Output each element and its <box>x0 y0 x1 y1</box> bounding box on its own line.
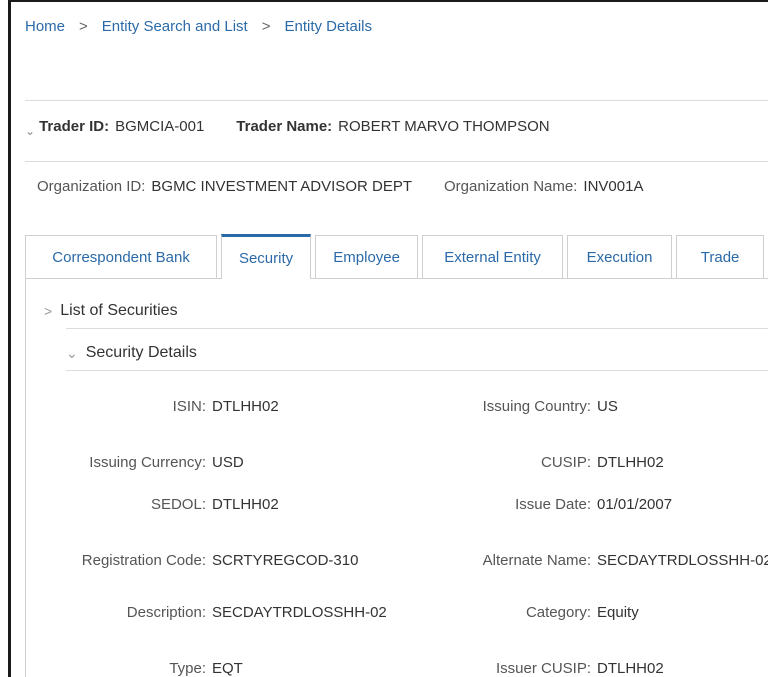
breadcrumb: Home > Entity Search and List > Entity D… <box>25 18 372 35</box>
divider <box>25 100 768 101</box>
registration-code-value: SCRTYREGCOD-310 <box>212 552 359 569</box>
field-description: Description: SECDAYTRDLOSSHH-02 <box>26 604 387 621</box>
description-label: Description: <box>126 604 206 621</box>
tab-security[interactable]: Security <box>221 234 311 279</box>
breadcrumb-home[interactable]: Home <box>25 18 65 35</box>
category-value: Equity <box>597 604 639 621</box>
field-cusip: CUSIP: DTLHH02 <box>416 454 664 471</box>
field-alternate-name: Alternate Name: SECDAYTRDLOSSHH-02 <box>416 552 768 569</box>
issuing-currency-label: Issuing Currency: <box>89 454 206 471</box>
description-value: SECDAYTRDLOSSHH-02 <box>212 604 387 621</box>
issue-date-label: Issue Date: <box>515 496 591 513</box>
field-type: Type: EQT <box>26 660 243 677</box>
breadcrumb-entity-search[interactable]: Entity Search and List <box>102 18 248 35</box>
alternate-name-value: SECDAYTRDLOSSHH-02 <box>597 552 768 569</box>
issuer-cusip-label: Issuer CUSIP: <box>495 660 591 677</box>
isin-value: DTLHH02 <box>212 398 279 415</box>
tab-correspondent-bank[interactable]: Correspondent Bank <box>25 235 218 278</box>
tab-external-entity[interactable]: External Entity <box>422 235 563 278</box>
trader-name-value: ROBERT MARVO THOMPSON <box>338 118 550 135</box>
app-window: Home > Entity Search and List > Entity D… <box>8 0 768 677</box>
tab-employee[interactable]: Employee <box>314 235 419 278</box>
trader-id-label: Trader ID: <box>39 118 110 135</box>
type-label: Type: <box>169 660 206 677</box>
sedol-value: DTLHH02 <box>212 496 279 513</box>
security-tab-panel: > List of Securities ⌄ Security Details … <box>25 278 768 677</box>
divider <box>25 161 768 162</box>
breadcrumb-entity-details[interactable]: Entity Details <box>284 18 372 35</box>
field-sedol: SEDOL: DTLHH02 <box>26 496 279 513</box>
field-issuing-currency: Issuing Currency: USD <box>26 454 244 471</box>
field-issuing-country: Issuing Country: US <box>416 398 618 415</box>
cusip-label: CUSIP: <box>540 454 591 471</box>
list-of-securities-label: List of Securities <box>60 302 178 319</box>
field-isin: ISIN: DTLHH02 <box>26 398 279 415</box>
divider <box>66 370 768 371</box>
tab-trade[interactable]: Trade <box>676 235 764 278</box>
chevron-right-icon: > <box>44 303 53 319</box>
organization-name-label: Organization Name: <box>444 178 578 195</box>
security-details-label: Security Details <box>85 344 197 361</box>
issuing-country-value: US <box>597 398 618 415</box>
alternate-name-label: Alternate Name: <box>482 552 591 569</box>
entity-tabs: Correspondent Bank Security Employee Ext… <box>25 234 768 279</box>
issuing-country-label: Issuing Country: <box>482 398 591 415</box>
breadcrumb-separator-icon: > <box>261 18 271 35</box>
organization-row: Organization ID: BGMC INVESTMENT ADVISOR… <box>37 178 643 195</box>
field-category: Category: Equity <box>416 604 639 621</box>
divider <box>66 328 768 329</box>
breadcrumb-separator-icon: > <box>79 18 88 35</box>
field-issue-date: Issue Date: 01/01/2007 <box>416 496 672 513</box>
trader-name-label: Trader Name: <box>236 118 333 135</box>
issue-date-value: 01/01/2007 <box>597 496 673 513</box>
registration-code-label: Registration Code: <box>81 552 206 569</box>
organization-name-value: INV001A <box>583 178 644 195</box>
organization-id-value: BGMC INVESTMENT ADVISOR DEPT <box>151 178 412 195</box>
issuing-currency-value: USD <box>212 454 244 471</box>
isin-label: ISIN: <box>172 398 206 415</box>
type-value: EQT <box>212 660 243 677</box>
trader-id-value: BGMCIA-001 <box>115 118 205 135</box>
field-issuer-cusip: Issuer CUSIP: DTLHH02 <box>416 660 664 677</box>
field-registration-code: Registration Code: SCRTYREGCOD-310 <box>26 552 359 569</box>
chevron-down-icon: ⌄ <box>66 344 78 361</box>
organization-id-label: Organization ID: <box>37 178 146 195</box>
issuer-cusip-value: DTLHH02 <box>597 660 664 677</box>
tab-execution[interactable]: Execution <box>566 235 673 278</box>
trader-header[interactable]: ⌄ Trader ID: BGMCIA-001 Trader Name: ROB… <box>25 118 550 138</box>
collapse-chevron-icon[interactable]: ⌄ <box>25 124 35 138</box>
security-details-header[interactable]: ⌄ Security Details <box>66 344 197 362</box>
sedol-label: SEDOL: <box>150 496 206 513</box>
category-label: Category: <box>525 604 591 621</box>
list-of-securities-header[interactable]: > List of Securities <box>44 302 178 320</box>
cusip-value: DTLHH02 <box>597 454 664 471</box>
